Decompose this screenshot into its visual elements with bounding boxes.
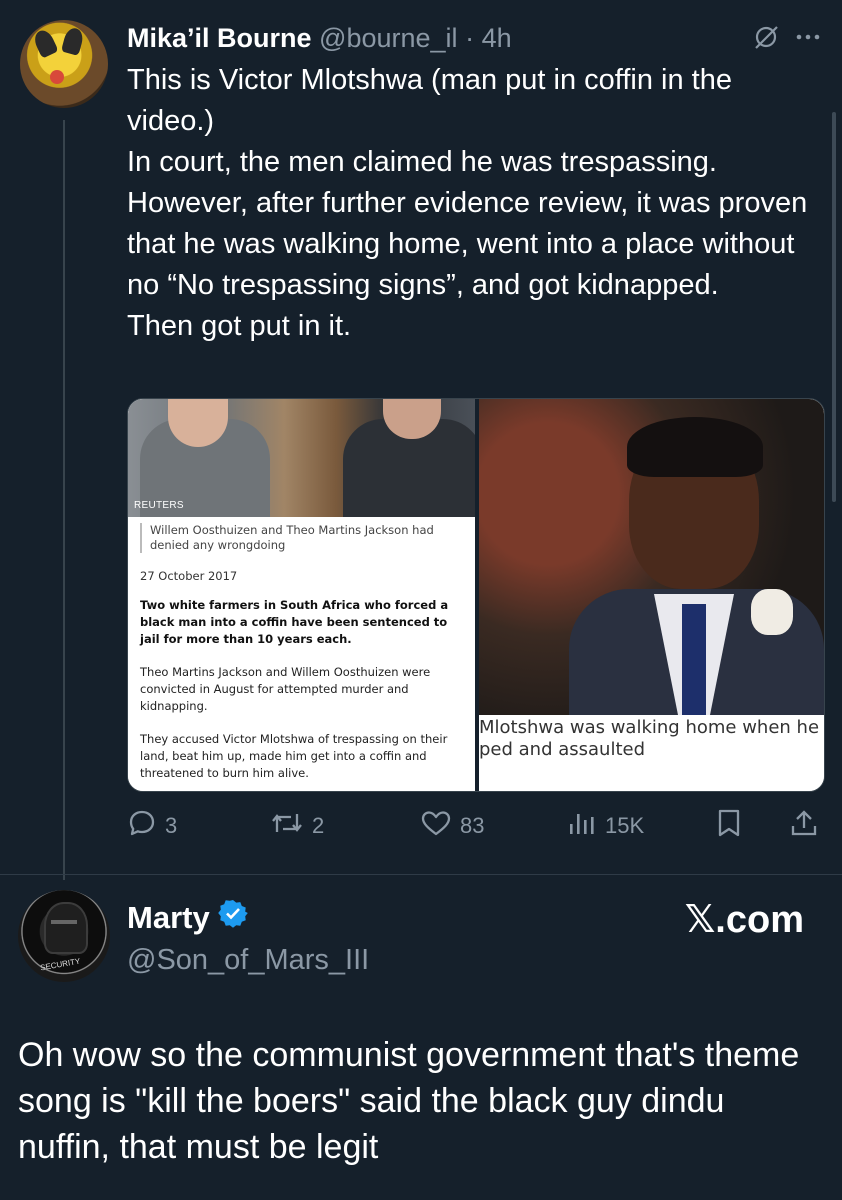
action-bar: 3 2 83 15K (127, 808, 823, 844)
share-button[interactable] (789, 808, 819, 844)
caption-line: ped and assaulted (479, 739, 646, 760)
author-name-row[interactable]: Marty (127, 898, 369, 938)
media-grid: REUTERS Willem Oosthuizen and Theo Marti… (127, 398, 825, 792)
photo-figure (751, 589, 793, 635)
verified-badge-icon (217, 898, 248, 938)
author-name[interactable]: Mika’il Bourne (127, 23, 312, 53)
author-handle[interactable]: @bourne_il (319, 23, 458, 53)
author-handle[interactable]: @Son_of_Mars_III (127, 940, 369, 980)
like-count: 83 (460, 813, 485, 838)
bookmark-button[interactable] (715, 808, 743, 844)
avatar-cheek (50, 70, 64, 84)
views-button[interactable]: 15K (567, 808, 644, 844)
grok-icon[interactable] (752, 23, 780, 56)
tweet-header: Mika’il Bourne @bourne_il · 4h (127, 20, 512, 56)
agency-credit: REUTERS (134, 500, 184, 511)
scrollbar[interactable] (832, 112, 836, 502)
divider (0, 874, 842, 875)
avatar-helmet (44, 902, 88, 954)
like-icon (420, 808, 452, 844)
media-image-portrait[interactable]: Mlotshwa was walking home when he wa ped… (479, 399, 824, 791)
x-brand-label: 𝕏.com (684, 899, 804, 941)
article-paragraph: They accused Victor Mlotshwa of trespass… (140, 732, 448, 780)
thread-line (63, 120, 65, 880)
author-name[interactable]: Marty (127, 898, 210, 938)
avatar[interactable]: SECURITY (18, 890, 110, 982)
post-header: Marty @Son_of_Mars_III (127, 898, 369, 980)
repost-count: 2 (312, 813, 325, 838)
photo-figure (627, 417, 763, 477)
reply-icon (127, 808, 157, 844)
reply-count: 3 (165, 813, 178, 838)
article-paragraph: Theo Martins Jackson and Willem Oosthuiz… (140, 665, 431, 713)
repost-button[interactable]: 2 (270, 808, 324, 844)
bookmark-icon (715, 808, 743, 844)
avatar[interactable] (20, 20, 108, 108)
avatar-ear (31, 27, 59, 59)
repost-icon (270, 808, 304, 844)
like-button[interactable]: 83 (420, 808, 484, 844)
timestamp[interactable]: 4h (482, 23, 512, 53)
article-headline: Two white farmers in South Africa who fo… (140, 598, 449, 646)
post-text: Oh wow so the communist government that'… (18, 1036, 800, 1166)
share-icon (789, 808, 819, 844)
more-icon[interactable] (794, 23, 822, 56)
photo-figure (682, 604, 706, 715)
avatar-ear (60, 26, 86, 56)
tweet-top-icons (752, 24, 822, 54)
photo-caption: Willem Oosthuizen and Theo Martins Jacks… (140, 523, 468, 553)
tweet-line: This is Victor Mlotshwa (man put in coff… (127, 64, 732, 137)
tweet-line: In court, the men claimed he was trespas… (127, 146, 808, 301)
article-date: 27 October 2017 (140, 569, 238, 583)
portrait-caption: Mlotshwa was walking home when he wa ped… (479, 717, 824, 761)
dot-separator: · (465, 23, 475, 53)
avatar-text: SECURITY (39, 956, 81, 973)
views-icon (567, 808, 597, 844)
court-photo: REUTERS (128, 399, 475, 517)
avatar-visor (51, 920, 77, 924)
views-count: 15K (605, 813, 645, 838)
article-body: Willem Oosthuizen and Theo Martins Jacks… (140, 523, 468, 782)
media-image-news[interactable]: REUTERS Willem Oosthuizen and Theo Marti… (128, 399, 475, 791)
portrait-photo (479, 399, 824, 715)
caption-line: Mlotshwa was walking home when he wa (479, 717, 824, 738)
tweet-text: This is Victor Mlotshwa (man put in coff… (127, 60, 817, 347)
tweet-line: Then got put in it. (127, 310, 352, 342)
reply-button[interactable]: 3 (127, 808, 177, 844)
